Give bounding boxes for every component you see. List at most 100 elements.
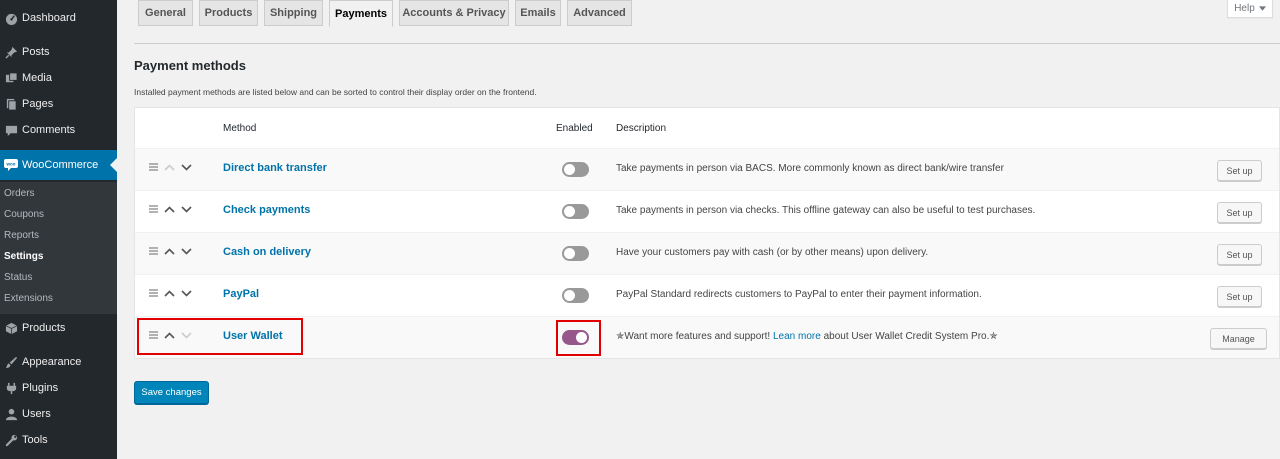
user-icon	[0, 408, 22, 421]
promo-text: ✯Want more features and support!	[616, 331, 773, 342]
move-up-icon[interactable]	[164, 163, 175, 171]
submenu-settings[interactable]: Settings	[4, 251, 43, 262]
menu-woocommerce[interactable]: woo WooCommerce	[0, 150, 117, 180]
setup-button[interactable]: Set up	[1217, 160, 1262, 181]
active-arrow	[110, 158, 117, 172]
enabled-toggle[interactable]	[562, 162, 589, 177]
menu-tools[interactable]: Tools	[0, 427, 117, 453]
payment-methods-table: Method Enabled Description Direct bank t…	[134, 107, 1280, 359]
drag-handle-icon[interactable]	[149, 289, 158, 297]
sort-controls	[149, 247, 192, 255]
move-up-icon[interactable]	[164, 205, 175, 213]
menu-dashboard[interactable]: Dashboard	[0, 5, 117, 31]
tab-products[interactable]: Products	[199, 0, 258, 26]
drag-handle-icon[interactable]	[149, 163, 158, 171]
column-header-description: Description	[616, 123, 667, 134]
menu-plugins-label: Plugins	[22, 382, 59, 394]
menu-appearance[interactable]: Appearance	[0, 349, 117, 375]
method-description: Have your customers pay with cash (or by…	[616, 247, 929, 258]
admin-sidebar: Dashboard Posts Media Pages Comments woo…	[0, 0, 117, 459]
tab-advanced[interactable]: Advanced	[567, 0, 632, 26]
learn-more-link[interactable]: Lean more	[773, 331, 821, 342]
submenu-extensions[interactable]: Extensions	[4, 293, 53, 304]
table-row: PayPal PayPal Standard redirects custome…	[135, 274, 1279, 316]
menu-posts-label: Posts	[22, 46, 50, 58]
help-button[interactable]: Help	[1227, 0, 1273, 18]
submenu-coupons[interactable]: Coupons	[4, 209, 44, 220]
menu-plugins[interactable]: Plugins	[0, 375, 117, 401]
move-up-icon[interactable]	[164, 289, 175, 297]
plugin-icon	[0, 382, 22, 395]
method-link[interactable]: PayPal	[223, 288, 259, 300]
menu-appearance-label: Appearance	[22, 356, 82, 368]
tab-emails[interactable]: Emails	[515, 0, 561, 26]
move-down-icon[interactable]	[181, 289, 192, 297]
toggle-knob	[564, 164, 575, 175]
tab-shipping[interactable]: Shipping	[264, 0, 323, 26]
menu-dashboard-label: Dashboard	[22, 12, 76, 24]
intro-text: Installed payment methods are listed bel…	[134, 87, 537, 97]
media-icon	[0, 71, 22, 85]
method-link[interactable]: Cash on delivery	[223, 246, 311, 258]
tab-payments[interactable]: Payments	[329, 0, 393, 27]
menu-posts[interactable]: Posts	[0, 39, 117, 65]
table-row: Check payments Take payments in person v…	[135, 190, 1279, 232]
column-header-method: Method	[223, 123, 257, 134]
svg-text:woo: woo	[6, 162, 16, 167]
box-icon	[0, 322, 22, 335]
drag-handle-icon[interactable]	[149, 205, 158, 213]
drag-handle-icon[interactable]	[149, 247, 158, 255]
setup-button[interactable]: Set up	[1217, 202, 1262, 223]
column-header-enabled: Enabled	[556, 123, 593, 134]
method-link[interactable]: Direct bank transfer	[223, 162, 327, 174]
brush-icon	[0, 356, 22, 369]
pin-icon	[0, 46, 22, 59]
submenu-reports[interactable]: Reports	[4, 230, 39, 241]
tabs-divider	[134, 43, 1280, 44]
enabled-toggle[interactable]	[562, 246, 589, 261]
method-description: ✯Want more features and support! Lean mo…	[616, 331, 998, 342]
menu-woocommerce-label: WooCommerce	[22, 159, 99, 171]
promo-text-end: about User Wallet Credit System Pro.✯	[820, 331, 998, 342]
sort-controls	[149, 205, 192, 213]
enabled-toggle[interactable]	[562, 204, 589, 219]
submenu-orders[interactable]: Orders	[4, 188, 35, 199]
highlight-user-wallet-toggle	[556, 320, 601, 356]
caret-down-icon	[1258, 3, 1266, 14]
submenu-status[interactable]: Status	[4, 272, 32, 283]
page-title: Payment methods	[134, 58, 246, 73]
method-description: Take payments in person via BACS. More c…	[616, 163, 1004, 174]
sort-controls	[149, 289, 192, 297]
save-changes-button[interactable]: Save changes	[134, 381, 209, 404]
move-down-icon[interactable]	[181, 247, 192, 255]
menu-users-label: Users	[22, 408, 51, 420]
manage-button[interactable]: Manage	[1210, 328, 1267, 349]
woocommerce-icon: woo	[0, 159, 22, 171]
table-row: Direct bank transfer Take payments in pe…	[135, 148, 1279, 190]
pages-icon	[0, 98, 22, 111]
menu-products[interactable]: Products	[0, 315, 117, 341]
setup-button[interactable]: Set up	[1217, 286, 1262, 307]
method-link[interactable]: Check payments	[223, 204, 310, 216]
help-label: Help	[1234, 3, 1255, 14]
method-description: Take payments in person via checks. This…	[616, 205, 1036, 216]
tab-general[interactable]: General	[138, 0, 193, 26]
dashboard-icon	[0, 12, 22, 25]
move-up-icon[interactable]	[164, 247, 175, 255]
table-row: Cash on delivery Have your customers pay…	[135, 232, 1279, 274]
menu-products-label: Products	[22, 322, 66, 334]
tab-accounts-privacy[interactable]: Accounts & Privacy	[399, 0, 509, 26]
move-down-icon[interactable]	[181, 205, 192, 213]
move-down-icon[interactable]	[181, 163, 192, 171]
menu-tools-label: Tools	[22, 434, 48, 446]
menu-media[interactable]: Media	[0, 65, 117, 91]
menu-users[interactable]: Users	[0, 401, 117, 427]
menu-pages-label: Pages	[22, 98, 54, 110]
enabled-toggle[interactable]	[562, 288, 589, 303]
highlight-user-wallet-method	[137, 318, 303, 355]
menu-pages[interactable]: Pages	[0, 91, 117, 117]
setup-button[interactable]: Set up	[1217, 244, 1262, 265]
table-row: User Wallet ✯Want more features and supp…	[135, 316, 1279, 358]
wrench-icon	[0, 434, 22, 447]
menu-comments[interactable]: Comments	[0, 117, 117, 143]
